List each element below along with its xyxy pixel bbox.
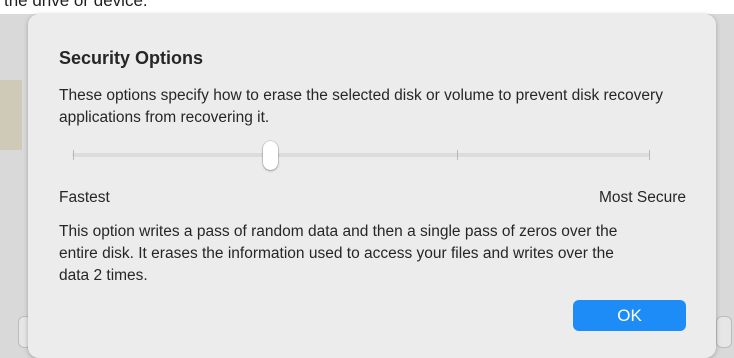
slider-max-label: Most Secure [598, 189, 686, 206]
background-image-edge [0, 80, 22, 150]
security-options-sheet: Security Options These options specify h… [28, 14, 716, 358]
slider-tick [649, 150, 650, 160]
security-level-slider[interactable] [72, 138, 654, 174]
background-window-header: the drive or device. [0, 0, 734, 14]
sheet-title: Security Options [59, 48, 204, 68]
sheet-description: These options specify how to erase the s… [59, 87, 663, 126]
slider-min-label: Fastest [59, 189, 110, 206]
background-text: the drive or device. [4, 0, 148, 10]
ok-button[interactable]: OK [573, 300, 686, 331]
background-button-right [716, 316, 732, 348]
slider-track[interactable] [72, 153, 650, 157]
slider-knob[interactable] [263, 141, 278, 170]
slider-tick [73, 150, 74, 160]
slider-tick [457, 150, 458, 160]
option-description: This option writes a pass of random data… [59, 223, 618, 284]
